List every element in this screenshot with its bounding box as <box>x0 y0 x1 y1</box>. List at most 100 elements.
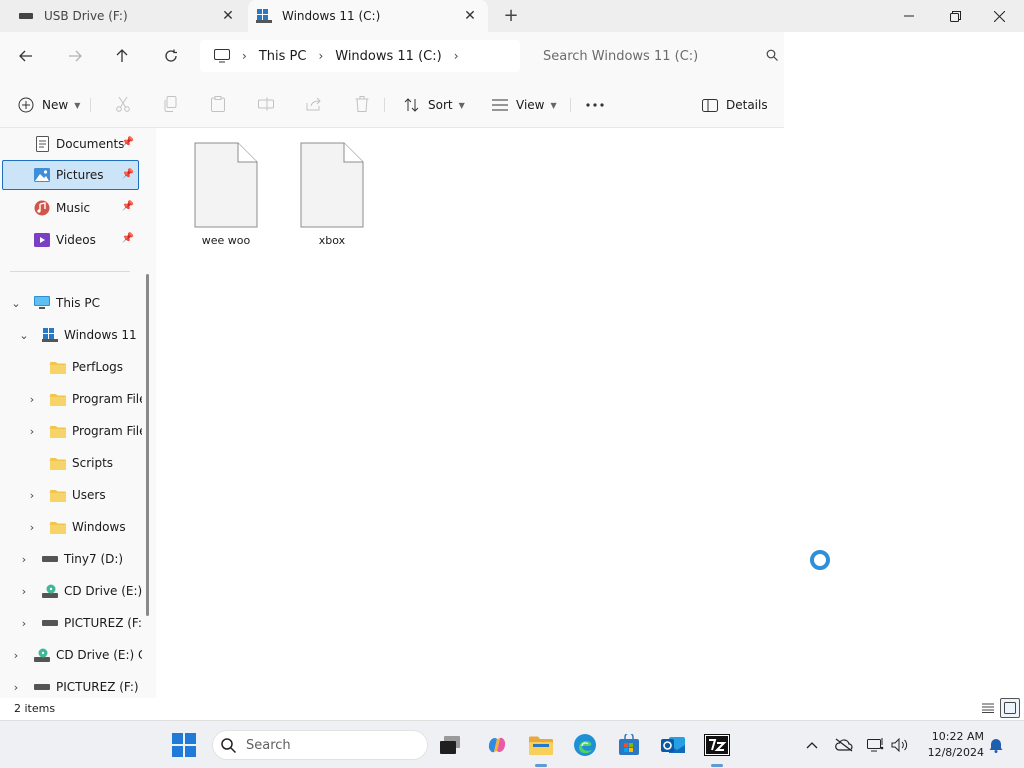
pin-icon[interactable]: 📌 <box>122 201 134 212</box>
copy-icon[interactable] <box>161 95 179 113</box>
folder-icon <box>529 736 553 755</box>
nav-item-perflogs[interactable]: PerfLogs <box>50 352 142 382</box>
copilot-button[interactable] <box>483 731 511 759</box>
new-button[interactable]: New ▼ <box>18 94 80 116</box>
nav-item-documents[interactable]: Documents 📌 <box>4 129 138 159</box>
breadcrumb-this-pc[interactable]: This PC <box>259 49 307 64</box>
7zip-button[interactable] <box>703 731 731 759</box>
nav-item-videos[interactable]: Videos 📌 <box>4 225 138 255</box>
chevron-right-icon[interactable]: › <box>10 682 22 694</box>
tab-close-icon[interactable]: ✕ <box>220 8 236 24</box>
back-button[interactable] <box>12 42 40 70</box>
tab-close-icon[interactable]: ✕ <box>462 8 478 24</box>
file-item[interactable]: xbox <box>286 142 378 252</box>
chevron-right-icon[interactable]: › <box>26 394 38 406</box>
drive-c-icon <box>42 327 58 343</box>
file-icon <box>300 142 364 228</box>
this-pc-icon <box>34 295 50 311</box>
store-icon <box>619 734 639 755</box>
nav-label: Documents <box>56 137 125 151</box>
pin-icon[interactable]: 📌 <box>122 169 134 180</box>
chevron-right-icon[interactable]: › <box>26 490 38 502</box>
paste-icon[interactable] <box>209 95 227 113</box>
details-pane-icon <box>702 98 718 112</box>
nav-item-cd-drive-e-root[interactable]: CD Drive (E:) CC <box>34 640 142 670</box>
delete-icon[interactable] <box>353 95 371 113</box>
nav-scrollbar[interactable] <box>146 274 149 616</box>
tab-usb-drive[interactable]: USB Drive (F:) ✕ <box>8 0 246 32</box>
new-tab-button[interactable]: + <box>500 6 522 26</box>
pin-icon[interactable]: 📌 <box>122 233 134 244</box>
rename-icon[interactable] <box>257 95 275 113</box>
up-button[interactable] <box>108 42 136 70</box>
start-button[interactable] <box>170 731 198 759</box>
network-button[interactable] <box>866 735 886 755</box>
edge-button[interactable] <box>571 731 599 759</box>
pin-icon[interactable]: 📌 <box>122 137 134 148</box>
nav-item-windows[interactable]: Windows <box>50 512 142 542</box>
nav-item-scripts[interactable]: Scripts <box>50 448 142 478</box>
tab-windows-11[interactable]: Windows 11 (C:) ✕ <box>248 0 488 32</box>
task-view-icon <box>440 736 460 754</box>
outlook-button[interactable] <box>659 731 687 759</box>
view-label: View <box>516 98 545 112</box>
file-item[interactable]: wee woo <box>180 142 272 252</box>
nav-item-this-pc[interactable]: This PC <box>34 288 144 318</box>
restore-button[interactable] <box>932 0 978 32</box>
details-button[interactable]: Details <box>702 94 768 116</box>
chevron-right-icon: › <box>318 49 324 63</box>
nav-item-tiny7-d[interactable]: Tiny7 (D:) <box>42 544 142 574</box>
chevron-right-icon[interactable]: › <box>26 426 38 438</box>
divider <box>384 98 385 112</box>
running-indicator <box>535 764 547 767</box>
cut-icon[interactable] <box>114 95 132 113</box>
store-button[interactable] <box>615 731 643 759</box>
documents-icon <box>34 136 50 152</box>
forward-button[interactable] <box>61 42 89 70</box>
nav-item-pictures[interactable]: Pictures 📌 <box>2 160 139 190</box>
breadcrumb-windows-11[interactable]: Windows 11 (C:) <box>335 49 441 64</box>
taskbar-search-input[interactable]: Search <box>212 730 428 760</box>
sort-button[interactable]: Sort ▼ <box>404 94 465 116</box>
nav-item-picturez-f[interactable]: PICTUREZ (F:) <box>42 608 142 638</box>
onedrive-offline-button[interactable] <box>834 735 854 755</box>
more-options-button[interactable] <box>586 94 604 116</box>
nav-item-music[interactable]: Music 📌 <box>4 193 138 223</box>
show-hidden-icons-button[interactable] <box>802 735 822 755</box>
nav-label: Tiny7 (D:) <box>64 552 124 566</box>
notifications-button[interactable] <box>986 735 1006 755</box>
search-input[interactable]: Search Windows 11 (C:) <box>528 40 782 72</box>
nav-item-users[interactable]: Users <box>50 480 142 510</box>
chevron-right-icon[interactable]: › <box>18 618 30 630</box>
volume-button[interactable] <box>890 735 910 755</box>
minimize-button[interactable] <box>886 0 932 32</box>
chevron-right-icon[interactable]: › <box>10 650 22 662</box>
chevron-down-icon[interactable]: ⌄ <box>10 298 22 310</box>
usb-drive-icon <box>18 8 34 24</box>
clock[interactable]: 10:22 AM 12/8/2024 <box>922 729 984 761</box>
close-icon <box>993 10 1005 22</box>
task-view-button[interactable] <box>436 731 464 759</box>
nav-item-program-files[interactable]: Program File <box>50 384 142 414</box>
breadcrumb[interactable]: › This PC › Windows 11 (C:) › <box>200 40 520 72</box>
chevron-right-icon[interactable]: › <box>26 522 38 534</box>
nav-item-windows-11[interactable]: Windows 11 (C <box>42 320 140 350</box>
chevron-right-icon: › <box>453 49 459 63</box>
arrow-up-icon <box>116 49 128 62</box>
nav-item-program-files-x86[interactable]: Program File <box>50 416 142 446</box>
nav-label: PerfLogs <box>72 360 124 374</box>
large-icons-view-button[interactable] <box>1000 698 1020 718</box>
details-view-button[interactable] <box>978 698 998 718</box>
nav-label: Users <box>72 488 106 502</box>
close-window-button[interactable] <box>976 0 1022 32</box>
clock-date: 12/8/2024 <box>927 746 984 759</box>
refresh-button[interactable] <box>157 42 185 70</box>
file-name: xbox <box>318 234 346 247</box>
chevron-down-icon[interactable]: ⌄ <box>18 330 30 342</box>
file-explorer-taskbar-button[interactable] <box>527 731 555 759</box>
view-button[interactable]: View ▼ <box>492 94 557 116</box>
nav-item-cd-drive-e[interactable]: CD Drive (E:) C <box>42 576 142 606</box>
chevron-right-icon[interactable]: › <box>18 586 30 598</box>
share-icon[interactable] <box>305 95 323 113</box>
chevron-right-icon[interactable]: › <box>18 554 30 566</box>
